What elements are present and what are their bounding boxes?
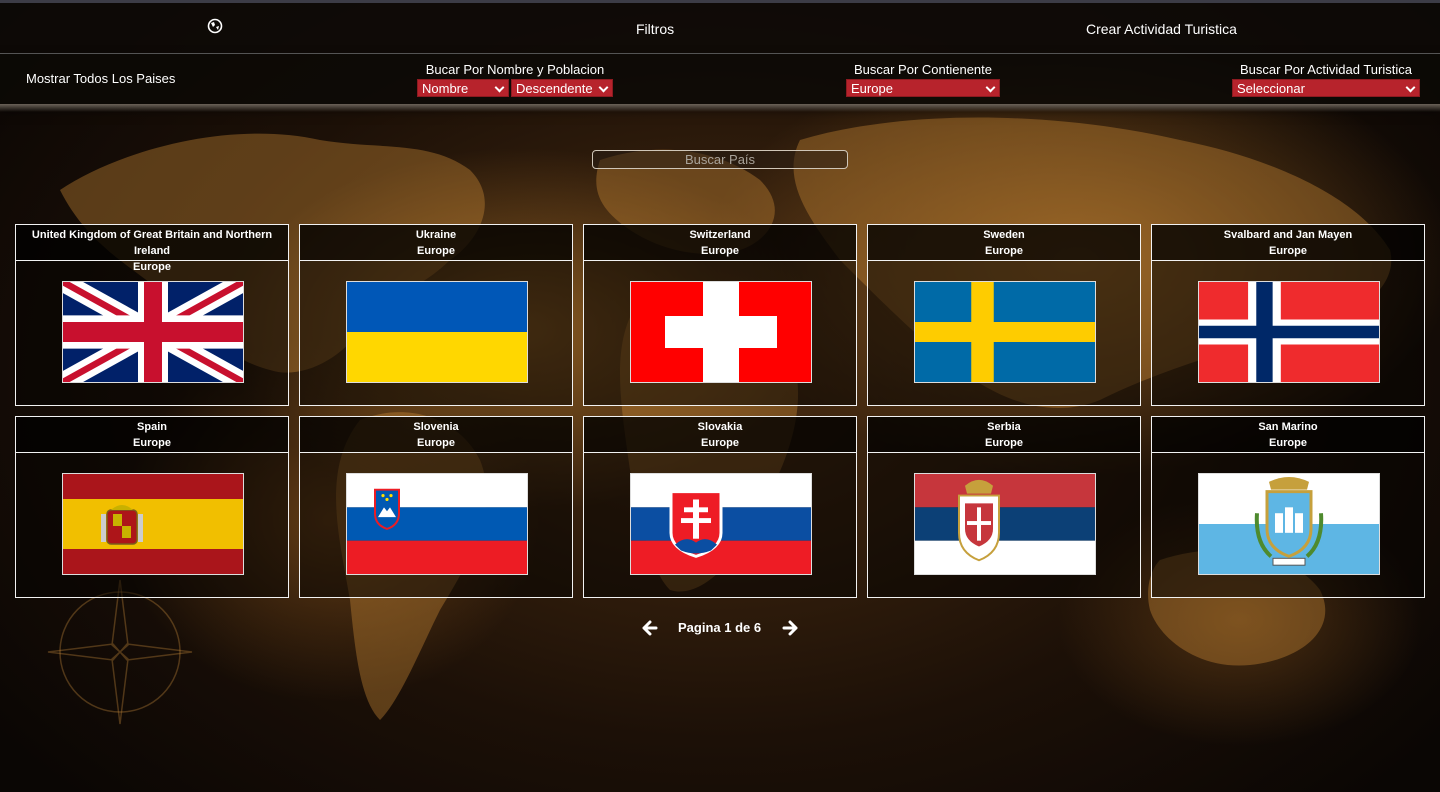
country-card[interactable]: Slovenia Europe (299, 416, 573, 598)
country-continent: Europe (133, 261, 171, 273)
country-continent: Europe (985, 245, 1023, 257)
flag-image-sk (630, 473, 812, 575)
flag-image-es (62, 473, 244, 575)
country-continent: Europe (1269, 245, 1307, 257)
country-continent: Europe (417, 437, 455, 449)
activity-filter: Buscar Por Actividad Turistica Seleccion… (1232, 62, 1420, 98)
continent-filter: Buscar Por Contienente Europe (846, 62, 1000, 98)
country-card-header: Slovakia Europe (584, 417, 856, 453)
flag-image-sj (1198, 281, 1380, 383)
country-card[interactable]: Spain Europe (15, 416, 289, 598)
country-card[interactable]: Slovakia Europe (583, 416, 857, 598)
country-name: San Marino (1258, 421, 1318, 433)
country-name: Ukraine (415, 229, 457, 241)
top-navigation: Filtros Crear Actividad Turistica (0, 0, 1440, 54)
country-name: United Kingdom of Great Britain and Nort… (31, 229, 273, 257)
country-card-header: Ukraine Europe (300, 225, 572, 261)
name-population-filter-label: Bucar Por Nombre y Poblacion (425, 62, 605, 77)
country-continent: Europe (133, 437, 171, 449)
country-card[interactable]: Serbia Europe (867, 416, 1141, 598)
country-card[interactable]: Svalbard and Jan Mayen Europe (1151, 224, 1425, 406)
pagination-status: Pagina 1 de 6 (678, 620, 762, 635)
country-name: Slovakia (697, 421, 743, 433)
country-continent: Europe (701, 245, 739, 257)
country-name: Sweden (983, 229, 1025, 241)
country-card-header: Svalbard and Jan Mayen Europe (1152, 225, 1424, 261)
country-card-header: Switzerland Europe (584, 225, 856, 261)
country-card-header: Sweden Europe (868, 225, 1140, 261)
continent-select[interactable]: Europe (846, 79, 1000, 97)
flag-image-sm (1198, 473, 1380, 575)
country-card[interactable]: Ukraine Europe (299, 224, 573, 406)
country-card-header: Slovenia Europe (300, 417, 572, 453)
name-population-filter: Bucar Por Nombre y Poblacion Nombre Desce… (417, 62, 613, 98)
flag-image-gb (62, 281, 244, 383)
filter-bar: Mostrar Todos Los Paises Bucar Por Nombr… (0, 54, 1440, 112)
show-all-countries-button[interactable]: Mostrar Todos Los Paises (26, 71, 175, 86)
country-name: Serbia (987, 421, 1021, 433)
country-name: Svalbard and Jan Mayen (1223, 229, 1353, 241)
country-card[interactable]: San Marino Europe (1151, 416, 1425, 598)
nav-create-activity-link[interactable]: Crear Actividad Turistica (1086, 21, 1237, 37)
country-card-header: Spain Europe (16, 417, 288, 453)
country-continent: Europe (417, 245, 455, 257)
activity-filter-label: Buscar Por Actividad Turistica (1240, 62, 1412, 77)
country-search-input[interactable] (592, 150, 848, 169)
flag-image-si (346, 473, 528, 575)
arrow-left-icon[interactable] (642, 620, 658, 636)
flag-image-se (914, 281, 1096, 383)
country-card-header: San Marino Europe (1152, 417, 1424, 453)
country-card-header: Serbia Europe (868, 417, 1140, 453)
activity-select[interactable]: Seleccionar (1232, 79, 1420, 97)
country-card[interactable]: Switzerland Europe (583, 224, 857, 406)
arrow-right-icon[interactable] (782, 620, 798, 636)
flag-image-rs (914, 473, 1096, 575)
continent-filter-label: Buscar Por Contienente (853, 62, 993, 77)
country-name: Switzerland (689, 229, 751, 241)
country-name: Slovenia (413, 421, 459, 433)
country-continent: Europe (1269, 437, 1307, 449)
country-continent: Europe (985, 437, 1023, 449)
nav-filters-link[interactable]: Filtros (636, 21, 674, 37)
home-globe-icon[interactable] (206, 17, 224, 35)
sort-order-select[interactable]: Descendente (511, 79, 613, 97)
country-card-header: United Kingdom of Great Britain and Nort… (16, 225, 288, 273)
country-continent: Europe (701, 437, 739, 449)
country-name: Spain (137, 421, 167, 433)
flag-image-ch (630, 281, 812, 383)
sort-field-select[interactable]: Nombre (417, 79, 509, 97)
country-card[interactable]: United Kingdom of Great Britain and Nort… (15, 224, 289, 406)
flag-image-ua (346, 281, 528, 383)
country-card[interactable]: Sweden Europe (867, 224, 1141, 406)
